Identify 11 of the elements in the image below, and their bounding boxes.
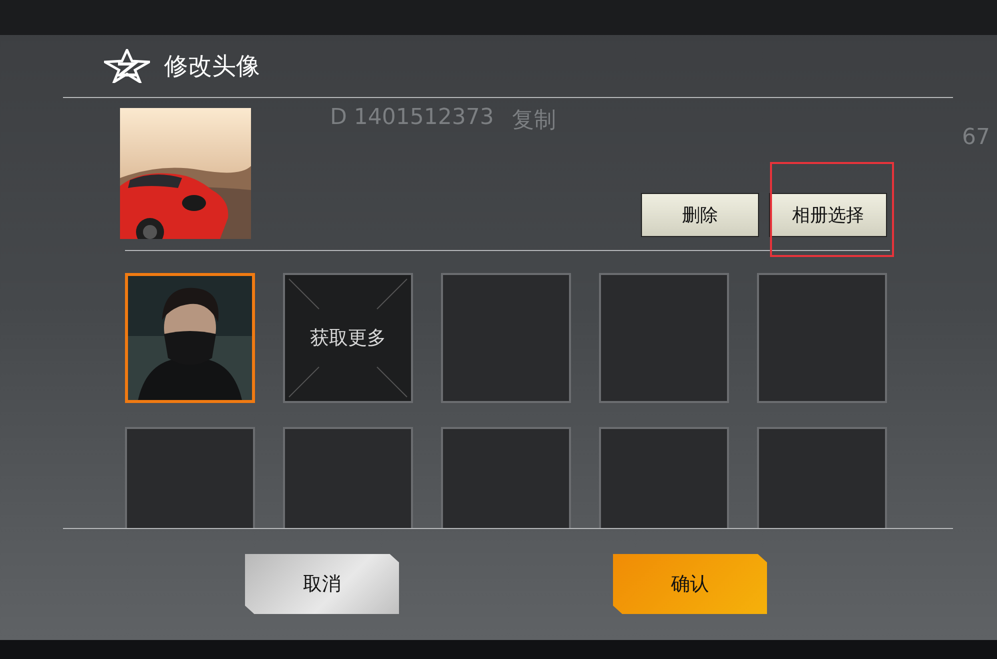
star-logo-icon (104, 49, 150, 83)
background-text: 67 (962, 125, 990, 150)
action-button[interactable]: 相册选择 (769, 193, 887, 237)
cancel-button[interactable]: 取消 (245, 554, 399, 614)
background-text: D 1401512373 (330, 105, 494, 130)
action-button[interactable]: 删除 (641, 193, 759, 237)
get-more-label: 获取更多 (310, 326, 386, 351)
background-text: 复制 (512, 107, 556, 135)
avatar-slot[interactable]: 获取更多 (283, 273, 413, 403)
dialog-title: 修改头像 (164, 51, 260, 82)
confirm-button[interactable]: 确认 (613, 554, 767, 614)
